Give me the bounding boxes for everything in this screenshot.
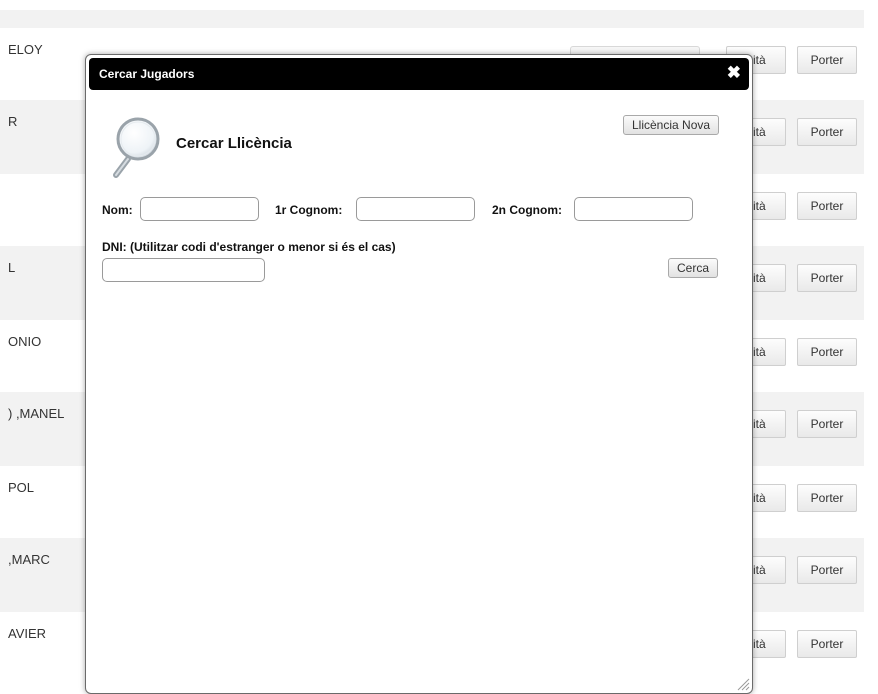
search-button[interactable]: Cerca (668, 258, 719, 278)
table-header-strip (0, 10, 864, 28)
player-name: AVIER (8, 626, 47, 641)
player-name: ELOY (8, 42, 43, 57)
porter-button[interactable]: Porter (797, 118, 857, 146)
nom-label: Nom: (102, 203, 133, 217)
dni-input[interactable] (102, 258, 265, 282)
cognom2-input[interactable] (574, 197, 693, 221)
dialog-titlebar[interactable]: Cercar Jugadors ✖ (89, 58, 749, 90)
player-name: ) ,MANEL (8, 406, 65, 421)
porter-button[interactable]: Porter (797, 630, 857, 658)
nom-input[interactable] (140, 197, 259, 221)
player-name: ,MARC (8, 552, 50, 567)
new-license-button[interactable]: Llicència Nova (623, 115, 720, 135)
cognom1-input[interactable] (356, 197, 475, 221)
player-name: ONIO (8, 334, 42, 349)
porter-button[interactable]: Porter (797, 192, 857, 220)
cognom1-label: 1r Cognom: (275, 203, 343, 217)
resize-handle-icon[interactable] (736, 677, 750, 691)
close-icon[interactable]: ✖ (727, 63, 741, 83)
player-name: POL (8, 480, 35, 495)
dni-label: DNI: (Utilitzar codi d'estranger o menor… (102, 240, 396, 254)
porter-button[interactable]: Porter (797, 338, 857, 366)
porter-button[interactable]: Porter (797, 556, 857, 584)
dialog-heading: Cercar Llicència (176, 135, 292, 152)
dialog-title: Cercar Jugadors (99, 67, 195, 81)
player-name: L (8, 260, 16, 275)
porter-button[interactable]: Porter (797, 410, 857, 438)
cognom2-label: 2n Cognom: (492, 203, 562, 217)
search-players-dialog: Cercar Jugadors ✖ Cercar Llicència Llicè… (85, 54, 753, 694)
porter-button[interactable]: Porter (797, 484, 857, 512)
porter-button[interactable]: Porter (797, 264, 857, 292)
player-name: R (8, 114, 18, 129)
porter-button[interactable]: Porter (797, 46, 857, 74)
magnifier-icon (113, 117, 160, 178)
